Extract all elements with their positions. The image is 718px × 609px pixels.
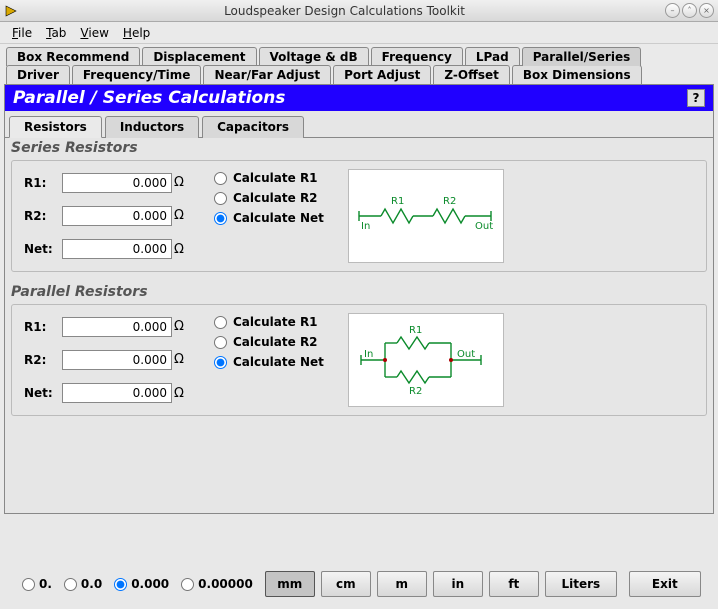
series-net-input[interactable] xyxy=(62,239,172,259)
subtabs: Resistors Inductors Capacitors xyxy=(5,111,713,138)
series-form: R1: Ω R2: Ω Net: Ω Calculate R1 Calculat… xyxy=(11,160,707,272)
minimize-icon[interactable]: – xyxy=(665,3,680,18)
series-net-label: Net: xyxy=(24,242,62,256)
tab-voltage-db[interactable]: Voltage & dB xyxy=(259,47,369,66)
precision-000[interactable]: 0.000 xyxy=(114,577,169,591)
series-r2-label: R2: xyxy=(24,209,62,223)
tab-parallel-series[interactable]: Parallel/Series xyxy=(522,47,642,66)
tab-lpad[interactable]: LPad xyxy=(465,47,520,66)
tab-driver[interactable]: Driver xyxy=(6,65,70,84)
parallel-calc-r1-radio[interactable]: Calculate R1 xyxy=(214,315,324,329)
parallel-r1-input[interactable] xyxy=(62,317,172,337)
tabs-row-2: Driver Frequency/Time Near/Far Adjust Po… xyxy=(6,65,714,84)
unit-mm-button[interactable]: mm xyxy=(265,571,315,597)
series-diag-out: Out xyxy=(475,221,493,232)
unit-ft-button[interactable]: ft xyxy=(489,571,539,597)
window-title: Loudspeaker Design Calculations Toolkit xyxy=(24,4,665,18)
series-r1-input[interactable] xyxy=(62,173,172,193)
series-calc-net-radio[interactable]: Calculate Net xyxy=(214,211,324,225)
parallel-r2-input[interactable] xyxy=(62,350,172,370)
parallel-diag-r2: R2 xyxy=(409,386,422,397)
subtab-capacitors[interactable]: Capacitors xyxy=(202,116,304,138)
panel-header: Parallel / Series Calculations ? xyxy=(5,85,713,111)
menu-help[interactable]: Help xyxy=(117,24,156,42)
subtab-resistors[interactable]: Resistors xyxy=(9,116,102,138)
series-r1-unit: Ω xyxy=(174,175,190,190)
menubar: File Tab View Help xyxy=(0,22,718,44)
parallel-diag-out: Out xyxy=(457,349,475,360)
parallel-calc-net-radio[interactable]: Calculate Net xyxy=(214,355,324,369)
parallel-net-input[interactable] xyxy=(62,383,172,403)
series-r2-input[interactable] xyxy=(62,206,172,226)
tab-port-adjust[interactable]: Port Adjust xyxy=(333,65,431,84)
unit-liters-button[interactable]: Liters xyxy=(545,571,617,597)
panel-title: Parallel / Series Calculations xyxy=(13,88,285,108)
menu-view[interactable]: View xyxy=(74,24,114,42)
tabs-row-1: Box Recommend Displacement Voltage & dB … xyxy=(6,46,714,65)
tab-frequency-time[interactable]: Frequency/Time xyxy=(72,65,202,84)
precision-00[interactable]: 0.0 xyxy=(64,577,102,591)
parallel-r2-label: R2: xyxy=(24,353,62,367)
series-calc-r1-radio[interactable]: Calculate R1 xyxy=(214,171,324,185)
parallel-net-label: Net: xyxy=(24,386,62,400)
main-panel: Parallel / Series Calculations ? Resisto… xyxy=(4,84,714,514)
series-diagram: In Out R1 R2 xyxy=(348,169,504,263)
app-icon xyxy=(4,4,18,18)
unit-in-button[interactable]: in xyxy=(433,571,483,597)
parallel-r1-unit: Ω xyxy=(174,319,190,334)
series-diag-r2: R2 xyxy=(443,196,456,207)
maximize-icon[interactable]: ˄ xyxy=(682,3,697,18)
series-net-unit: Ω xyxy=(174,242,190,257)
parallel-diagram: In Out R1 R2 xyxy=(348,313,504,407)
series-r1-label: R1: xyxy=(24,176,62,190)
unit-m-button[interactable]: m xyxy=(377,571,427,597)
footer: 0. 0.0 0.000 0.00000 mm cm m in ft Liter… xyxy=(4,567,714,601)
precision-00000[interactable]: 0.00000 xyxy=(181,577,253,591)
parallel-net-unit: Ω xyxy=(174,386,190,401)
precision-radios: 0. 0.0 0.000 0.00000 xyxy=(22,577,253,591)
close-icon[interactable]: × xyxy=(699,3,714,18)
parallel-r2-unit: Ω xyxy=(174,352,190,367)
window-titlebar: Loudspeaker Design Calculations Toolkit … xyxy=(0,0,718,22)
parallel-diag-r1: R1 xyxy=(409,325,422,336)
menu-file[interactable]: File xyxy=(6,24,38,42)
parallel-form: R1: Ω R2: Ω Net: Ω Calculate R1 Calculat… xyxy=(11,304,707,416)
parallel-r1-label: R1: xyxy=(24,320,62,334)
parallel-title: Parallel Resistors xyxy=(5,282,713,302)
tab-near-far-adjust[interactable]: Near/Far Adjust xyxy=(203,65,331,84)
menu-tab[interactable]: Tab xyxy=(40,24,72,42)
subtab-inductors[interactable]: Inductors xyxy=(105,116,199,138)
series-r2-unit: Ω xyxy=(174,208,190,223)
series-title: Series Resistors xyxy=(5,138,713,158)
series-calc-r2-radio[interactable]: Calculate R2 xyxy=(214,191,324,205)
series-diag-in: In xyxy=(361,221,370,232)
help-button[interactable]: ? xyxy=(687,89,705,107)
tab-displacement[interactable]: Displacement xyxy=(142,47,256,66)
tab-box-recommend[interactable]: Box Recommend xyxy=(6,47,140,66)
tab-z-offset[interactable]: Z-Offset xyxy=(433,65,509,84)
exit-button[interactable]: Exit xyxy=(629,571,701,597)
precision-0[interactable]: 0. xyxy=(22,577,52,591)
parallel-diag-in: In xyxy=(364,349,373,360)
series-diag-r1: R1 xyxy=(391,196,404,207)
unit-cm-button[interactable]: cm xyxy=(321,571,371,597)
parallel-calc-r2-radio[interactable]: Calculate R2 xyxy=(214,335,324,349)
tab-box-dimensions[interactable]: Box Dimensions xyxy=(512,65,642,84)
tab-frequency[interactable]: Frequency xyxy=(371,47,463,66)
